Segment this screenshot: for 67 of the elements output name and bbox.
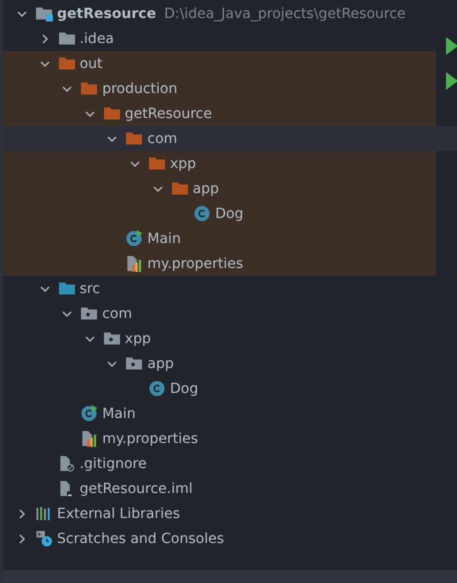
folder-icon (170, 180, 189, 197)
item-name: com (147, 130, 178, 146)
tree-row[interactable]: production (3, 76, 436, 101)
tree-row[interactable]: src (3, 276, 436, 301)
item-name: Scratches and Consoles (57, 530, 224, 546)
folder-icon (58, 55, 76, 72)
item-name: getResource (57, 6, 156, 22)
item-name: app (192, 180, 219, 196)
item-name: my.properties (147, 256, 244, 272)
item-name: com (102, 306, 132, 322)
package-icon (125, 355, 144, 372)
class-icon (80, 405, 98, 422)
tree-row[interactable]: Main (3, 401, 436, 426)
tree-row[interactable]: Scratches and Consoles (3, 526, 436, 551)
tree-row[interactable]: app (3, 176, 436, 201)
folder-icon (58, 280, 76, 297)
item-name: getResource.iml (80, 480, 193, 496)
item-name: app (147, 356, 174, 372)
tree-row[interactable]: app (3, 351, 436, 376)
project-path: D:\idea_Java_projects\getResource (164, 6, 406, 22)
item-name: Dog (170, 380, 198, 396)
tree-row[interactable]: com (3, 301, 436, 326)
item-name: .gitignore (80, 456, 147, 472)
tree-row[interactable]: xpp (3, 326, 436, 351)
item-name: .idea (80, 30, 114, 46)
properties-file-icon (80, 430, 98, 447)
package-icon (80, 305, 98, 322)
tree-row[interactable]: Main (3, 226, 436, 251)
tree-row[interactable]: out (3, 51, 436, 76)
item-name: production (102, 80, 178, 96)
ignored-file-icon (58, 455, 76, 472)
item-name: out (80, 56, 103, 72)
item-name: my.properties (102, 430, 198, 446)
tree-row[interactable]: .idea (3, 26, 436, 51)
item-name: External Libraries (57, 506, 180, 522)
tree-row[interactable]: my.properties (3, 426, 436, 451)
package-icon (102, 330, 121, 347)
item-name: Dog (215, 206, 244, 222)
tree-row[interactable]: Dog (3, 201, 436, 226)
tree-row[interactable]: Dog (3, 376, 436, 401)
properties-file-icon (125, 255, 144, 272)
tree-row[interactable]: xpp (3, 151, 436, 176)
folder-icon (80, 80, 98, 97)
class-icon (193, 205, 212, 222)
item-name: Main (102, 406, 136, 422)
tree-row[interactable]: .gitignore (3, 451, 436, 476)
folder-icon (102, 105, 121, 122)
tree-row[interactable]: getResource D:\idea_Java_projects\getResource (3, 1, 436, 26)
folder-icon (148, 155, 166, 172)
item-name: xpp (124, 330, 151, 346)
run-icon[interactable] (446, 37, 457, 55)
scratches-icon (35, 530, 53, 547)
folder-icon (35, 5, 53, 22)
folder-icon (125, 130, 144, 147)
folder-icon (58, 30, 76, 47)
tree-row[interactable]: getResource.iml (3, 476, 436, 501)
tree-row[interactable]: External Libraries (3, 501, 436, 526)
item-name: getResource (124, 106, 212, 122)
class-icon (148, 380, 166, 397)
item-name: Main (147, 230, 181, 246)
item-name: xpp (170, 156, 196, 172)
run-icon[interactable] (446, 72, 457, 90)
tree-row[interactable]: com (3, 126, 457, 151)
tree-row[interactable]: my.properties (3, 251, 436, 276)
tree-row[interactable]: getResource (3, 101, 436, 126)
class-icon (125, 230, 144, 247)
item-name: src (80, 280, 100, 296)
